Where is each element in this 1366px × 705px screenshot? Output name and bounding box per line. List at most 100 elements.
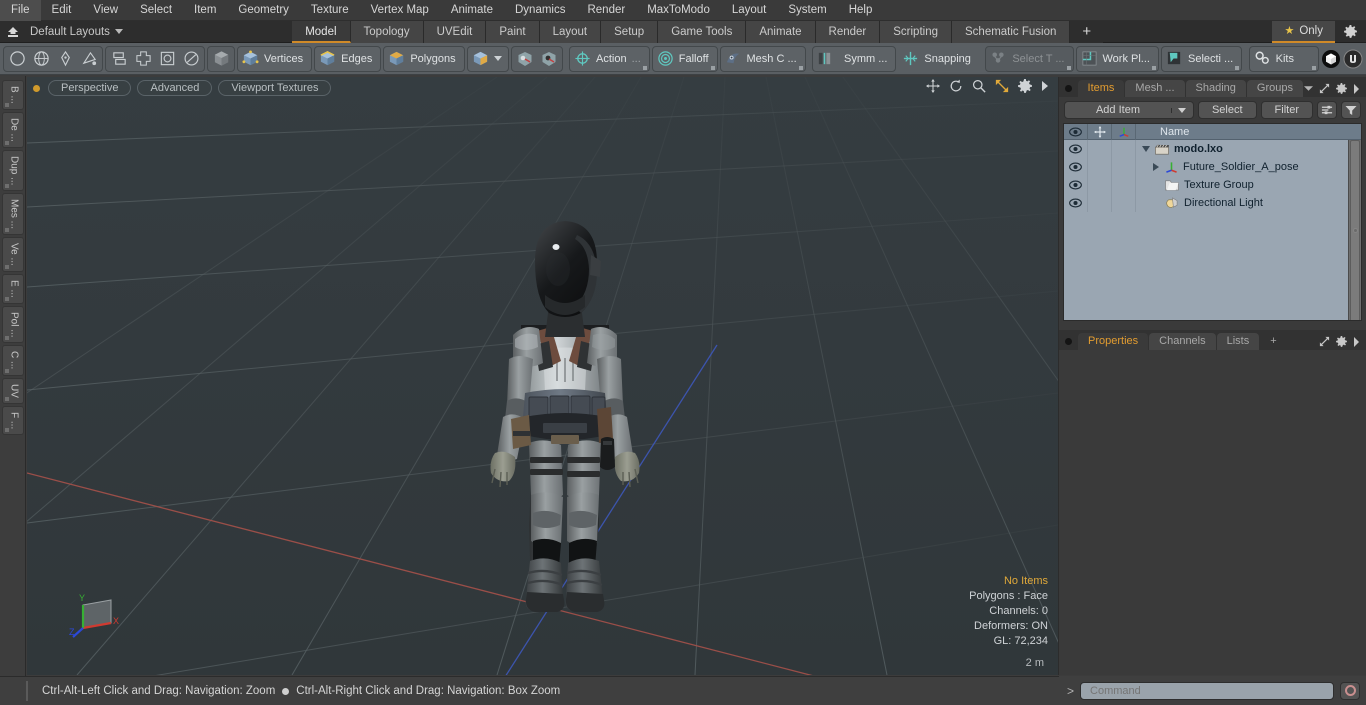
pan-icon[interactable] (926, 79, 940, 93)
sidebar-tab-duplicate[interactable]: Dup ... (1, 149, 24, 192)
unity-icon[interactable] (1321, 47, 1341, 71)
sidebar-tab-mesh[interactable]: Mes ... (1, 193, 24, 236)
filter-button[interactable]: Filter (1260, 101, 1313, 119)
home-icon[interactable] (0, 22, 26, 42)
scrollbar-grip[interactable] (1353, 228, 1358, 233)
add-item-dropdown[interactable] (1170, 107, 1193, 113)
menu-item-layout[interactable]: Layout (721, 0, 778, 21)
menu-item-texture[interactable]: Texture (300, 0, 360, 21)
row-axis-cell[interactable] (1112, 194, 1136, 212)
character-model-future-soldier[interactable] (425, 195, 705, 645)
select-through-button[interactable]: Select T ... (985, 45, 1074, 72)
tab-layout[interactable]: Layout (539, 20, 602, 43)
row-axis-cell[interactable] (1112, 140, 1136, 158)
menu-item-select[interactable]: Select (129, 0, 183, 21)
menu-item-animate[interactable]: Animate (440, 0, 504, 21)
tab-uvedit[interactable]: UVEdit (423, 20, 487, 43)
list-options-icon[interactable] (1317, 101, 1337, 119)
tab-setup[interactable]: Setup (601, 20, 659, 43)
tab-shading[interactable]: Shading (1185, 80, 1246, 97)
selection-mode-edges[interactable]: Edges (314, 45, 382, 72)
chevron-right-icon[interactable] (1041, 80, 1050, 92)
tab-channels[interactable]: Channels (1149, 333, 1216, 350)
layout-selector[interactable]: Default Layouts (26, 26, 123, 38)
menu-item-view[interactable]: View (82, 0, 129, 21)
panel-menu-dot[interactable] (1065, 85, 1072, 92)
viewport-textures-mode[interactable]: Viewport Textures (218, 80, 332, 96)
chevron-right-icon[interactable] (1353, 336, 1360, 347)
row-visibility-eye-icon[interactable] (1064, 176, 1088, 194)
add-tab-button[interactable]: + (1070, 20, 1104, 43)
row-visibility-eye-icon[interactable] (1064, 194, 1088, 212)
row-axis-cell[interactable] (1112, 176, 1136, 194)
tab-schematic-fusion[interactable]: Schematic Fusion (952, 20, 1071, 43)
table-row[interactable]: Directional Light (1064, 194, 1361, 212)
symmetry-button[interactable]: Symm ... (812, 45, 897, 72)
items-tree[interactable]: Name modo.lxo Future_Soldier_A_pose Text… (1063, 123, 1362, 321)
snapping-button[interactable]: Snapping (898, 46, 979, 72)
viewport-view-mode[interactable]: Perspective (48, 80, 132, 96)
row-axis-cell[interactable] (1112, 158, 1136, 176)
sidebar-tab-edge[interactable]: E ... (1, 273, 24, 304)
tree-item-mesh[interactable]: Future_Soldier_A_pose (1136, 161, 1299, 173)
sphere-dark-icon[interactable] (537, 47, 561, 71)
3d-viewport[interactable]: Perspective Advanced Viewport Textures N… (27, 77, 1058, 675)
tab-animate[interactable]: Animate (746, 20, 816, 43)
row-move-cell[interactable] (1088, 176, 1112, 194)
mesh-constraint-button[interactable]: Mesh C ... (719, 45, 806, 72)
tab-groups[interactable]: Groups (1246, 80, 1303, 97)
record-circle-icon[interactable] (1340, 681, 1360, 700)
gear-icon[interactable] (1018, 79, 1032, 93)
sidebar-tab-uv[interactable]: UV (1, 377, 24, 404)
stack-icon[interactable] (107, 47, 131, 71)
items-tree-scrollbar[interactable] (1348, 140, 1361, 320)
curve-icon[interactable] (77, 47, 101, 71)
menu-item-file[interactable]: File (0, 0, 41, 21)
sidebar-tab-curve[interactable]: C ... (1, 345, 24, 376)
gear-icon[interactable] (1336, 336, 1347, 347)
globe-icon[interactable] (29, 47, 53, 71)
action-center-button[interactable]: Action ... (569, 45, 650, 72)
menu-item-dynamics[interactable]: Dynamics (504, 0, 576, 21)
sidebar-tab-vertex[interactable]: Ve ... (1, 237, 24, 272)
command-input[interactable] (1080, 681, 1334, 700)
tab-paint[interactable]: Paint (486, 20, 540, 43)
expand-arrows-icon[interactable] (1319, 336, 1330, 347)
chevron-down-icon[interactable] (1304, 85, 1313, 92)
panel-menu-dot[interactable] (1065, 338, 1072, 345)
tab-properties[interactable]: Properties (1078, 333, 1149, 350)
tree-item-texture-group[interactable]: Texture Group (1136, 179, 1254, 191)
gear-icon[interactable] (1336, 83, 1347, 94)
sidebar-tab-basic[interactable]: B ... (1, 80, 24, 110)
select-button[interactable]: Select (1197, 101, 1257, 119)
menu-item-vertex-map[interactable]: Vertex Map (360, 0, 440, 21)
funnel-icon[interactable] (1341, 101, 1361, 119)
menu-item-render[interactable]: Render (576, 0, 636, 21)
cube-gray-icon[interactable] (209, 47, 233, 71)
menu-item-geometry[interactable]: Geometry (227, 0, 300, 21)
rotate-icon[interactable] (949, 79, 963, 93)
symmetry-cross-icon[interactable] (131, 47, 155, 71)
viewport-shading-mode[interactable]: Advanced (137, 80, 213, 96)
row-move-cell[interactable] (1088, 140, 1112, 158)
menu-item-edit[interactable]: Edit (41, 0, 83, 21)
tab-game-tools[interactable]: Game Tools (658, 20, 747, 43)
table-row[interactable]: Texture Group (1064, 176, 1361, 194)
work-plane-button[interactable]: Work Pl... (1075, 45, 1159, 72)
unreal-icon[interactable] (1343, 47, 1363, 71)
select-box-icon[interactable] (155, 47, 179, 71)
tree-item-scene[interactable]: modo.lxo (1136, 143, 1223, 155)
table-row[interactable]: modo.lxo (1064, 140, 1361, 158)
selection-mode-vertices[interactable]: Vertices (237, 45, 313, 72)
sidebar-tab-fusion[interactable]: F ... (1, 405, 24, 435)
tab-topology[interactable]: Topology (350, 20, 424, 43)
tab-items[interactable]: Items (1077, 80, 1125, 97)
row-visibility-eye-icon[interactable] (1064, 140, 1088, 158)
expand-arrows-icon[interactable] (1319, 83, 1330, 94)
tree-item-directional-light[interactable]: Directional Light (1136, 197, 1263, 209)
selection-sets-button[interactable]: Selecti ... (1160, 45, 1243, 72)
selection-mode-polygons[interactable]: Polygons (383, 45, 465, 72)
add-item-button[interactable]: Add Item (1064, 101, 1194, 119)
tab-mesh[interactable]: Mesh ... (1125, 80, 1185, 97)
row-move-cell[interactable] (1088, 158, 1112, 176)
